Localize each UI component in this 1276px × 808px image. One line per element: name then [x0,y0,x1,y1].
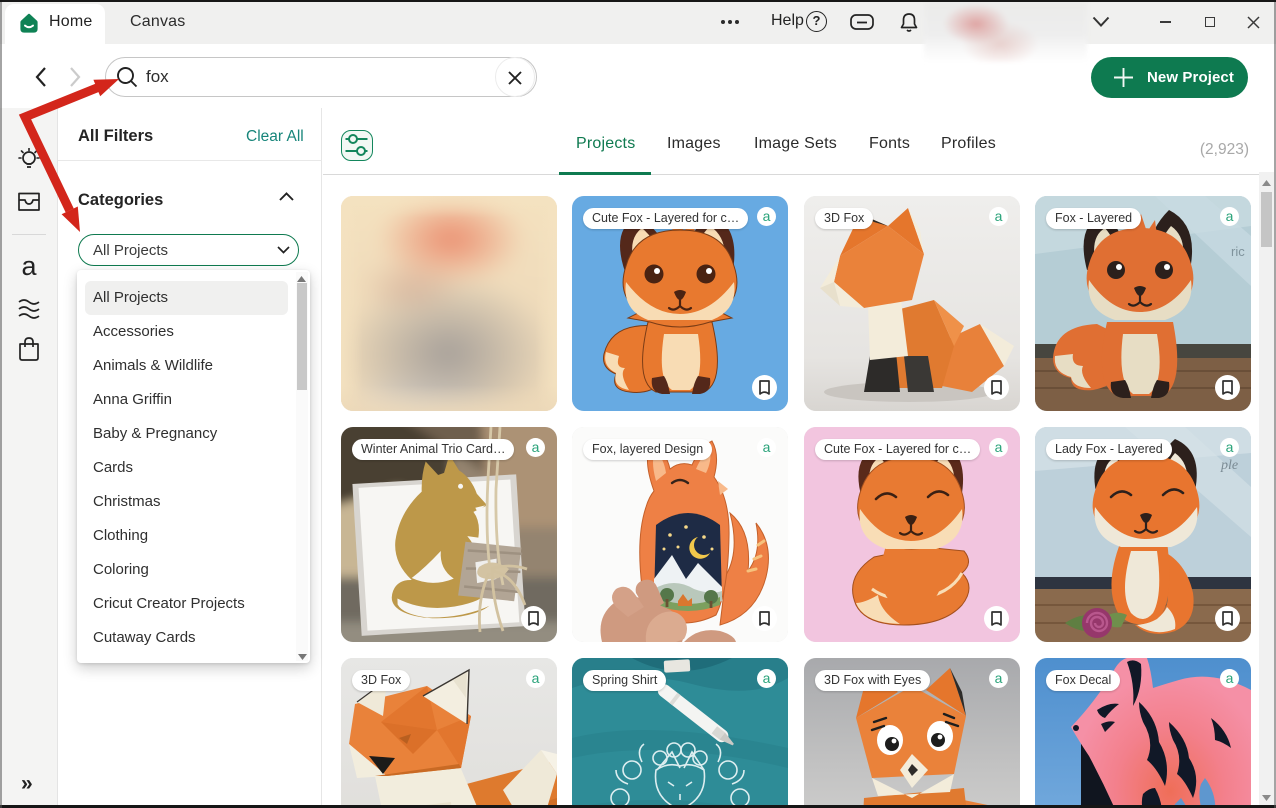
svg-text:ple: ple [1220,458,1238,473]
svg-text:ric: ric [1231,244,1245,259]
